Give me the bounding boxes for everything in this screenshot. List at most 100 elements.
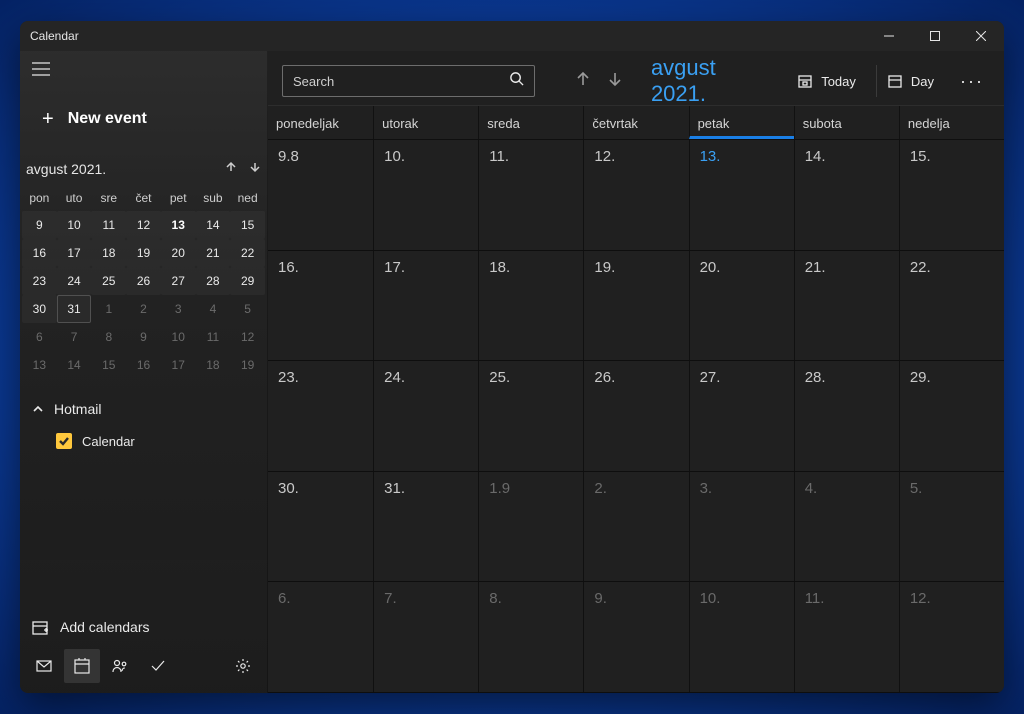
more-actions-button[interactable]: ··· <box>954 71 990 92</box>
day-cell[interactable]: 28. <box>794 361 899 471</box>
day-cell[interactable]: 12. <box>899 582 1004 692</box>
people-nav-button[interactable] <box>102 649 138 683</box>
mini-day-cell[interactable]: 12 <box>230 323 265 351</box>
mini-day-cell[interactable]: 31 <box>57 295 92 323</box>
mini-day-cell[interactable]: 13 <box>22 351 57 379</box>
view-switcher-button[interactable]: Day <box>876 65 944 97</box>
day-cell[interactable]: 1.9 <box>478 472 583 582</box>
mini-day-cell[interactable]: 14 <box>57 351 92 379</box>
mini-day-cell[interactable]: 14 <box>196 211 231 239</box>
mini-day-cell[interactable]: 19 <box>230 351 265 379</box>
day-cell[interactable]: 15. <box>899 140 1004 250</box>
day-cell[interactable]: 10. <box>689 582 794 692</box>
mini-day-cell[interactable]: 27 <box>161 267 196 295</box>
day-cell[interactable]: 13. <box>689 140 794 250</box>
mini-day-cell[interactable]: 8 <box>91 323 126 351</box>
month-title[interactable]: avgust 2021. <box>651 55 773 107</box>
mini-day-cell[interactable]: 30 <box>22 295 57 323</box>
day-cell[interactable]: 5. <box>899 472 1004 582</box>
mini-day-cell[interactable]: 10 <box>57 211 92 239</box>
mini-day-cell[interactable]: 28 <box>196 267 231 295</box>
minimize-button[interactable] <box>866 21 912 51</box>
next-period-button[interactable] <box>607 71 623 92</box>
mini-day-cell[interactable]: 17 <box>57 239 92 267</box>
close-button[interactable] <box>958 21 1004 51</box>
day-cell[interactable]: 24. <box>373 361 478 471</box>
day-cell[interactable]: 14. <box>794 140 899 250</box>
day-cell[interactable]: 22. <box>899 251 1004 361</box>
day-cell[interactable]: 27. <box>689 361 794 471</box>
mini-day-cell[interactable]: 1 <box>91 295 126 323</box>
mini-day-cell[interactable]: 15 <box>230 211 265 239</box>
mini-day-cell[interactable]: 10 <box>161 323 196 351</box>
day-cell[interactable]: 21. <box>794 251 899 361</box>
mini-day-cell[interactable]: 26 <box>126 267 161 295</box>
mini-day-cell[interactable]: 13 <box>161 211 196 239</box>
day-cell[interactable]: 26. <box>583 361 688 471</box>
day-cell[interactable]: 10. <box>373 140 478 250</box>
day-cell[interactable]: 12. <box>583 140 688 250</box>
mini-day-cell[interactable]: 4 <box>196 295 231 323</box>
mini-day-cell[interactable]: 3 <box>161 295 196 323</box>
search-input[interactable]: Search <box>282 65 535 97</box>
mail-nav-button[interactable] <box>26 649 62 683</box>
mini-day-cell[interactable]: 11 <box>91 211 126 239</box>
mini-day-cell[interactable]: 25 <box>91 267 126 295</box>
day-cell[interactable]: 29. <box>899 361 1004 471</box>
mini-day-cell[interactable]: 7 <box>57 323 92 351</box>
calendar-list-item[interactable]: Calendar <box>20 427 267 455</box>
day-cell[interactable]: 8. <box>478 582 583 692</box>
new-event-button[interactable]: + New event <box>32 97 255 141</box>
mini-day-cell[interactable]: 23 <box>22 267 57 295</box>
mini-day-cell[interactable]: 6 <box>22 323 57 351</box>
mini-day-cell[interactable]: 16 <box>22 239 57 267</box>
mini-day-cell[interactable]: 18 <box>91 239 126 267</box>
mini-day-cell[interactable]: 16 <box>126 351 161 379</box>
hamburger-button[interactable] <box>20 51 267 87</box>
day-cell[interactable]: 23. <box>268 361 373 471</box>
mini-day-cell[interactable]: 17 <box>161 351 196 379</box>
mini-day-cell[interactable]: 22 <box>230 239 265 267</box>
calendar-nav-button[interactable] <box>64 649 100 683</box>
day-cell[interactable]: 9. <box>583 582 688 692</box>
mini-day-cell[interactable]: 5 <box>230 295 265 323</box>
day-cell[interactable]: 16. <box>268 251 373 361</box>
mini-day-cell[interactable]: 24 <box>57 267 92 295</box>
mini-day-cell[interactable]: 21 <box>196 239 231 267</box>
account-hotmail-toggle[interactable]: Hotmail <box>20 391 267 427</box>
day-cell[interactable]: 3. <box>689 472 794 582</box>
day-cell[interactable]: 17. <box>373 251 478 361</box>
today-button[interactable]: Today <box>787 65 866 97</box>
mini-day-cell[interactable]: 2 <box>126 295 161 323</box>
day-cell[interactable]: 2. <box>583 472 688 582</box>
day-cell[interactable]: 11. <box>478 140 583 250</box>
mini-day-cell[interactable]: 20 <box>161 239 196 267</box>
day-cell[interactable]: 4. <box>794 472 899 582</box>
mini-day-cell[interactable]: 12 <box>126 211 161 239</box>
day-cell[interactable]: 7. <box>373 582 478 692</box>
day-cell[interactable]: 18. <box>478 251 583 361</box>
settings-nav-button[interactable] <box>225 649 261 683</box>
day-cell[interactable]: 31. <box>373 472 478 582</box>
day-cell[interactable]: 11. <box>794 582 899 692</box>
calendar-checkbox[interactable] <box>56 433 72 449</box>
mini-day-cell[interactable]: 9 <box>22 211 57 239</box>
add-calendars-button[interactable]: Add calendars <box>20 607 267 647</box>
day-cell[interactable]: 30. <box>268 472 373 582</box>
day-cell[interactable]: 25. <box>478 361 583 471</box>
maximize-button[interactable] <box>912 21 958 51</box>
mini-next-button[interactable] <box>249 160 261 178</box>
mini-day-cell[interactable]: 11 <box>196 323 231 351</box>
day-cell[interactable]: 9.8 <box>268 140 373 250</box>
day-cell[interactable]: 6. <box>268 582 373 692</box>
mini-day-cell[interactable]: 9 <box>126 323 161 351</box>
day-cell[interactable]: 19. <box>583 251 688 361</box>
mini-day-cell[interactable]: 15 <box>91 351 126 379</box>
mini-day-cell[interactable]: 29 <box>230 267 265 295</box>
prev-period-button[interactable] <box>575 71 591 92</box>
mini-day-cell[interactable]: 19 <box>126 239 161 267</box>
mini-prev-button[interactable] <box>225 160 237 178</box>
todo-nav-button[interactable] <box>140 649 176 683</box>
mini-day-cell[interactable]: 18 <box>196 351 231 379</box>
day-cell[interactable]: 20. <box>689 251 794 361</box>
